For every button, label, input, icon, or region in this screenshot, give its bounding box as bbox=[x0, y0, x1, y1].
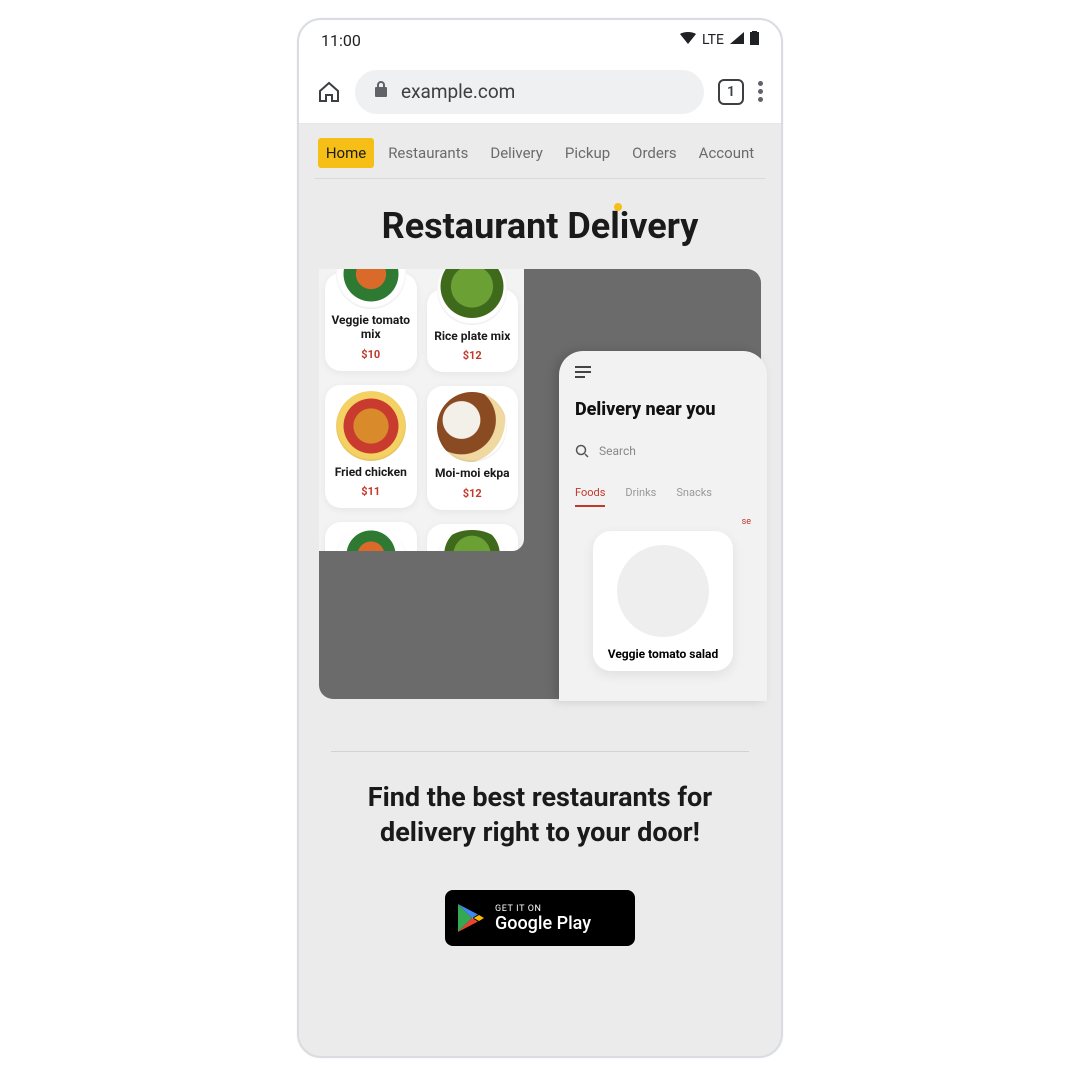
food-card: Veggie tomato mix $10 bbox=[325, 273, 417, 371]
tab-foods: Foods bbox=[575, 486, 605, 507]
food-image bbox=[336, 391, 406, 461]
nav-pickup[interactable]: Pickup bbox=[557, 138, 618, 168]
food-image bbox=[336, 269, 406, 309]
menu-icon bbox=[575, 371, 591, 373]
tab-switcher[interactable]: 1 bbox=[718, 79, 744, 105]
food-price: $10 bbox=[361, 348, 380, 361]
site-nav: Home Restaurants Delivery Pickup Orders … bbox=[315, 124, 765, 179]
search-icon bbox=[575, 444, 589, 458]
home-icon[interactable] bbox=[317, 80, 341, 104]
food-card bbox=[325, 522, 417, 551]
lock-icon bbox=[373, 80, 389, 103]
phone-frame: 11:00 LTE example.com 1 bbox=[297, 18, 783, 1058]
food-image bbox=[437, 269, 507, 325]
search-field: Search bbox=[575, 444, 751, 458]
google-play-badge[interactable]: GET IT ON Google Play bbox=[445, 890, 635, 946]
food-name: Fried chicken bbox=[335, 465, 407, 479]
badge-store-name: Google Play bbox=[495, 913, 591, 934]
app-mock-search: Delivery near you Search Foods Drinks Sn… bbox=[559, 351, 767, 701]
featured-food-card: Veggie tomato salad bbox=[593, 531, 733, 671]
food-name: Veggie tomato salad bbox=[608, 647, 719, 661]
food-name: Moi-moi ekpa bbox=[435, 466, 510, 480]
food-price: $12 bbox=[463, 487, 482, 500]
nav-account[interactable]: Account bbox=[691, 138, 763, 168]
food-price: $11 bbox=[361, 485, 380, 498]
address-bar[interactable]: example.com bbox=[355, 70, 704, 114]
battery-icon bbox=[750, 31, 759, 49]
food-image bbox=[437, 392, 507, 462]
play-store-icon bbox=[457, 903, 485, 933]
food-name: Rice plate mix bbox=[434, 329, 510, 343]
status-bar: 11:00 LTE bbox=[299, 20, 781, 60]
tab-snacks: Snacks bbox=[676, 486, 712, 507]
food-price: $12 bbox=[463, 349, 482, 362]
tab-drinks: Drinks bbox=[625, 486, 656, 507]
nav-delivery[interactable]: Delivery bbox=[482, 138, 551, 168]
signal-icon bbox=[730, 32, 744, 48]
see-more-link: se bbox=[575, 517, 751, 527]
section-divider bbox=[331, 751, 749, 752]
food-image bbox=[437, 530, 507, 551]
app-mock-menu: Veggie tomato mix $10 Fried chicken $11 bbox=[319, 269, 524, 551]
food-name: Veggie tomato mix bbox=[331, 313, 411, 342]
clock: 11:00 bbox=[321, 31, 361, 50]
overflow-menu-icon[interactable] bbox=[758, 81, 763, 102]
food-image bbox=[336, 528, 406, 551]
food-card bbox=[427, 524, 519, 551]
cta-heading: Find the best restaurants for delivery r… bbox=[315, 780, 765, 850]
food-card: Rice plate mix $12 bbox=[427, 289, 519, 372]
wifi-icon bbox=[680, 32, 696, 48]
network-label: LTE bbox=[702, 32, 724, 48]
nav-orders[interactable]: Orders bbox=[624, 138, 685, 168]
nav-home[interactable]: Home bbox=[318, 138, 374, 168]
page-title: Restaurant Delivery bbox=[315, 205, 765, 247]
food-card: Moi-moi ekpa $12 bbox=[427, 386, 519, 509]
hero-showcase: Veggie tomato mix $10 Fried chicken $11 bbox=[319, 269, 761, 699]
url-text: example.com bbox=[401, 80, 515, 103]
food-image bbox=[617, 545, 709, 637]
nav-restaurants[interactable]: Restaurants bbox=[380, 138, 476, 168]
category-tabs: Foods Drinks Snacks bbox=[575, 486, 751, 507]
page-content: Home Restaurants Delivery Pickup Orders … bbox=[299, 124, 781, 946]
search-placeholder: Search bbox=[599, 444, 636, 458]
browser-toolbar: example.com 1 bbox=[299, 60, 781, 124]
mock-title: Delivery near you bbox=[575, 399, 751, 420]
food-card: Fried chicken $11 bbox=[325, 385, 417, 508]
